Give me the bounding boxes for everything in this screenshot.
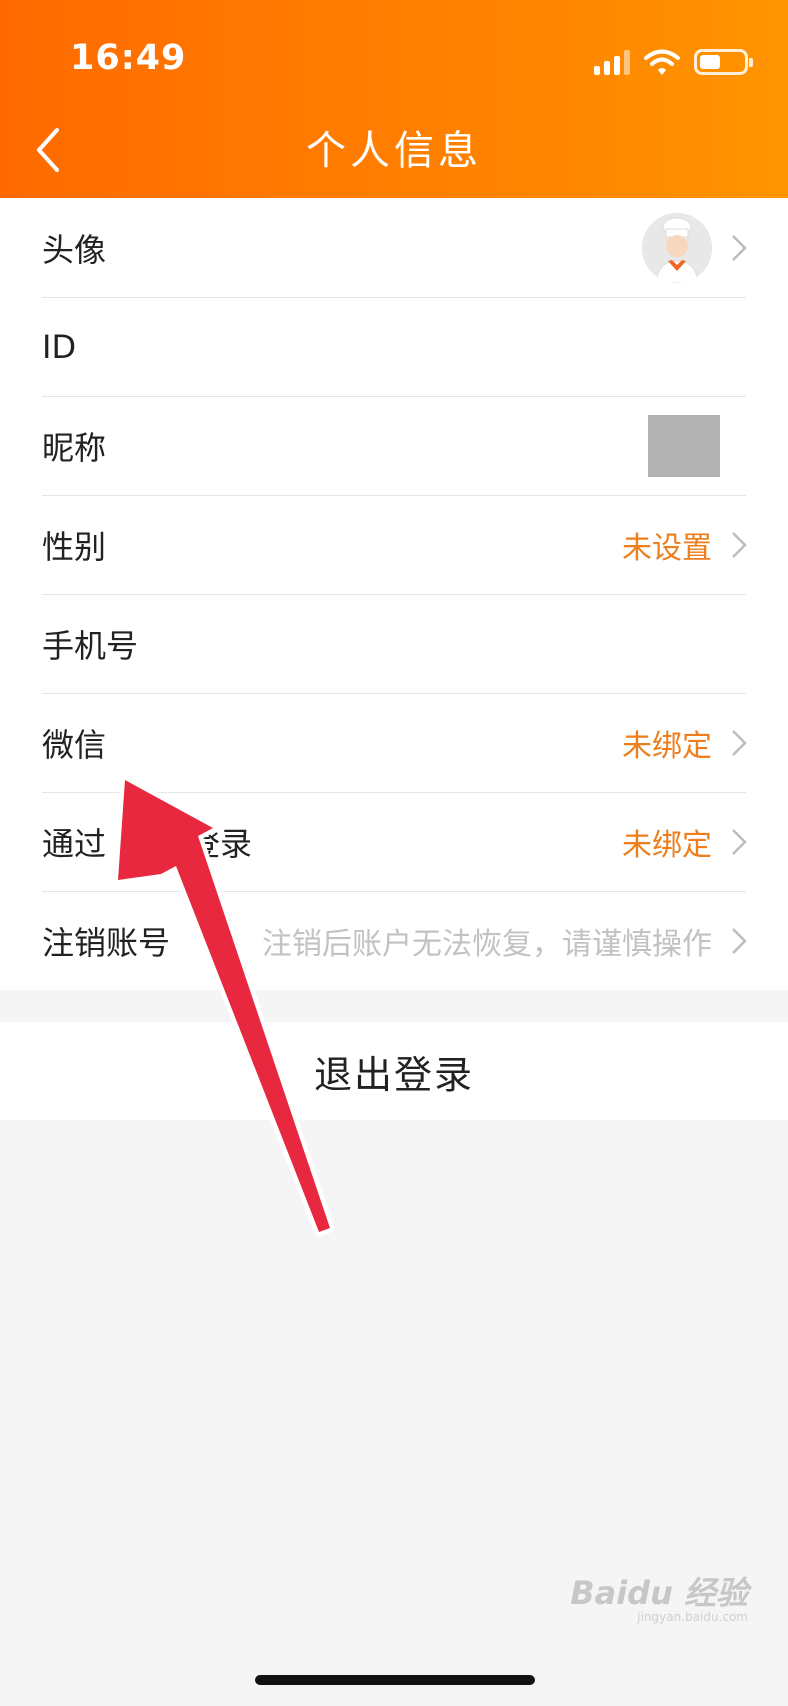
app-header: 16:49 个人信息 <box>0 0 788 198</box>
row-delete-account[interactable]: 注销账号 注销后账户无法恢复，请谨慎操作 <box>0 891 788 990</box>
row-label: 昵称 <box>42 428 107 467</box>
chef-avatar-icon <box>642 212 712 283</box>
row-label: 通过 登录 <box>42 824 253 863</box>
row-label: 注销账号 <box>42 923 171 962</box>
status-icons <box>594 46 753 78</box>
masked-nickname <box>648 414 720 477</box>
avatar[interactable] <box>642 212 712 283</box>
gender-value: 未设置 <box>622 530 712 566</box>
row-gender[interactable]: 性别 未设置 <box>0 495 788 594</box>
wifi-icon <box>644 49 680 75</box>
row-label: 头像 <box>42 230 107 269</box>
row-third-party-login[interactable]: 通过 登录 未绑定 <box>0 792 788 891</box>
watermark-url: jingyan.baidu.com <box>637 1610 748 1624</box>
row-wechat[interactable]: 微信 未绑定 <box>0 693 788 792</box>
status-time: 16:49 <box>70 38 187 78</box>
wechat-bind-status: 未绑定 <box>622 728 712 764</box>
chevron-right-icon <box>732 828 747 855</box>
third-party-bind-status: 未绑定 <box>622 827 712 863</box>
chevron-right-icon <box>732 927 747 954</box>
row-id: ID <box>0 297 788 396</box>
chevron-right-icon <box>732 729 747 756</box>
delete-account-hint: 注销后账户无法恢复，请谨慎操作 <box>262 926 712 962</box>
row-label: 性别 <box>42 527 107 566</box>
screen: 16:49 个人信息 头像 ID 昵称 性别 未设置 手机号 微信 未绑定 通过… <box>0 0 788 1706</box>
row-label: 微信 <box>42 725 107 764</box>
row-nickname[interactable]: 昵称 <box>0 396 788 495</box>
row-avatar[interactable]: 头像 <box>0 198 788 297</box>
row-label: 手机号 <box>42 626 139 665</box>
profile-list: 头像 ID 昵称 性别 未设置 手机号 微信 未绑定 通过 登录 未绑定 注销账… <box>0 198 788 990</box>
chevron-right-icon <box>732 234 747 261</box>
home-indicator <box>255 1675 535 1685</box>
watermark-logo: Baidu 经验 <box>570 1574 748 1612</box>
chevron-right-icon <box>732 531 747 558</box>
cellular-signal-icon <box>594 49 630 75</box>
row-phone: 手机号 <box>0 594 788 693</box>
battery-icon <box>694 49 753 75</box>
row-label: ID <box>42 327 77 366</box>
logout-button[interactable]: 退出登录 <box>0 1022 788 1120</box>
page-title: 个人信息 <box>306 128 482 174</box>
